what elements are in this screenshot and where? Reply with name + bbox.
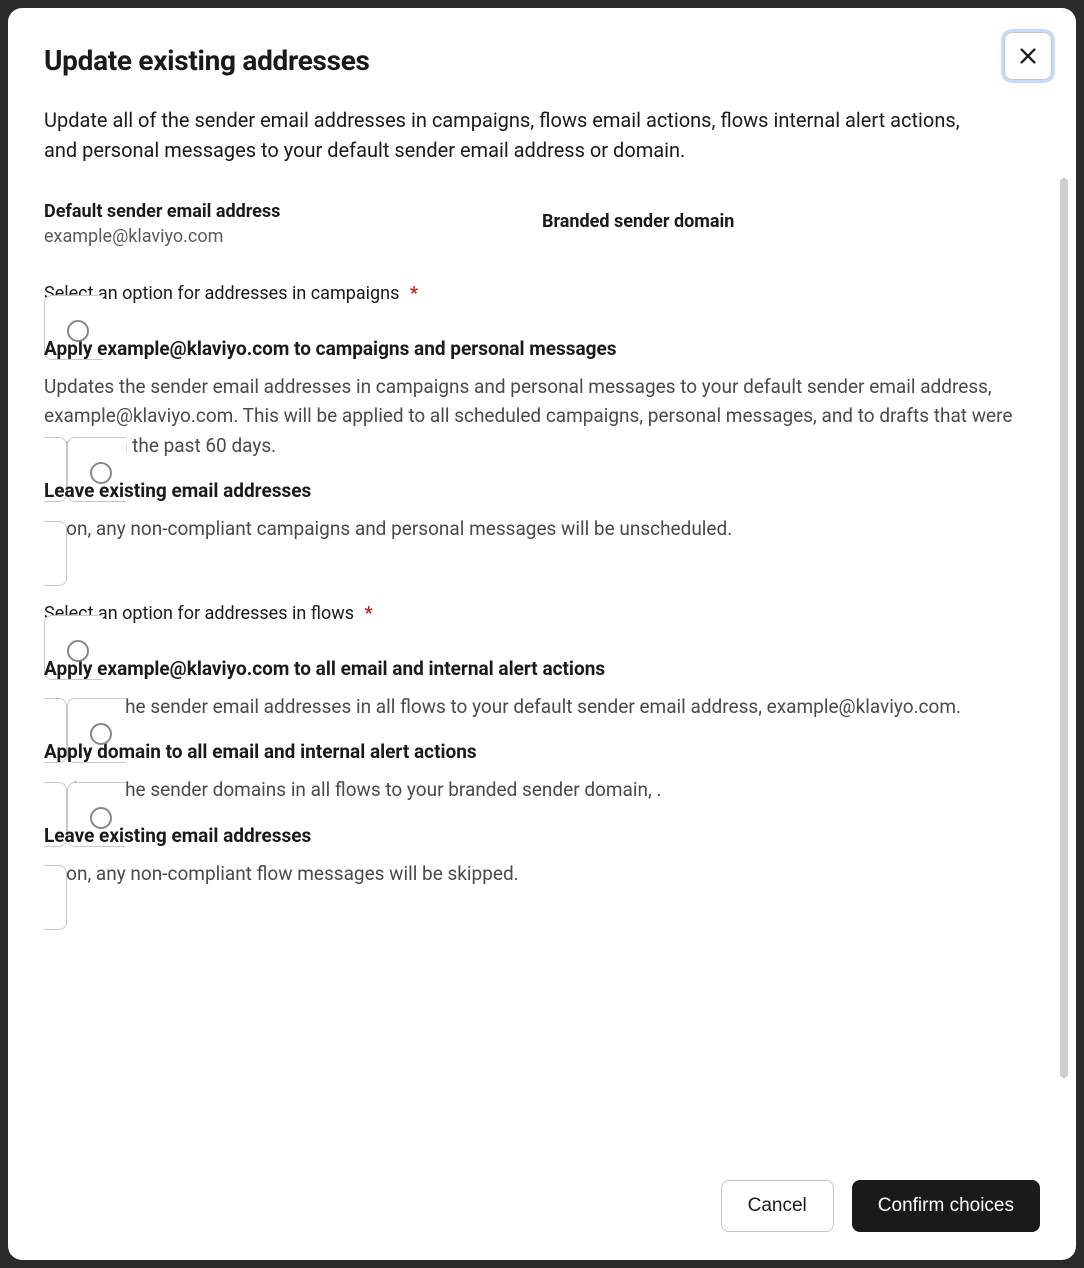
flows-section: Select an option for addresses in flows … (44, 603, 1040, 907)
option-description: Updates the sender domains in all flows … (44, 775, 1040, 804)
radio-input[interactable] (90, 462, 112, 484)
default-email-column: Default sender email address example@kla… (44, 201, 542, 247)
option-title: Apply example@klaviyo.com to campaigns a… (44, 337, 1040, 360)
option-description: Soon, any non-compliant flow messages wi… (44, 859, 1040, 888)
modal-content: Update existing addresses Update all of … (8, 8, 1076, 1156)
radio-input[interactable] (67, 640, 89, 662)
modal-overlay: Update existing addresses Update all of … (0, 0, 1084, 1268)
option-title: Apply example@klaviyo.com to all email a… (44, 657, 1040, 680)
default-email-value: example@klaviyo.com (44, 226, 542, 247)
campaigns-section-label: Select an option for addresses in campai… (44, 283, 1040, 304)
option-description: Soon, any non-compliant campaigns and pe… (44, 514, 1040, 543)
campaigns-option-apply-email[interactable]: Apply example@klaviyo.com to campaigns a… (44, 295, 1040, 502)
option-title: Apply domain to all email and internal a… (44, 740, 1040, 763)
option-title: Leave existing email addresses (44, 479, 1040, 502)
radio-input[interactable] (67, 320, 89, 342)
confirm-button[interactable]: Confirm choices (852, 1180, 1040, 1232)
cancel-button[interactable]: Cancel (721, 1180, 834, 1232)
modal-header: Update existing addresses (44, 44, 1040, 77)
radio-input[interactable] (90, 807, 112, 829)
radio-input[interactable] (90, 723, 112, 745)
option-title: Leave existing email addresses (44, 824, 1040, 847)
option-description: Updates the sender email addresses in al… (44, 692, 1040, 721)
modal-title: Update existing addresses (44, 44, 370, 77)
branded-domain-label: Branded sender domain (542, 201, 1040, 232)
campaigns-section: Select an option for addresses in campai… (44, 283, 1040, 563)
modal-dialog: Update existing addresses Update all of … (8, 8, 1076, 1260)
required-marker-icon: * (410, 283, 418, 304)
modal-description: Update all of the sender email addresses… (44, 105, 964, 165)
option-description: Updates the sender email addresses in ca… (44, 372, 1040, 460)
modal-footer: Cancel Confirm choices (8, 1156, 1076, 1260)
default-email-label: Default sender email address (44, 201, 542, 222)
flows-section-label: Select an option for addresses in flows … (44, 603, 1040, 624)
required-marker-icon: * (365, 603, 373, 624)
scrollbar[interactable] (1060, 178, 1068, 1078)
info-row: Default sender email address example@kla… (44, 201, 1040, 247)
branded-domain-column: Branded sender domain (542, 201, 1040, 247)
